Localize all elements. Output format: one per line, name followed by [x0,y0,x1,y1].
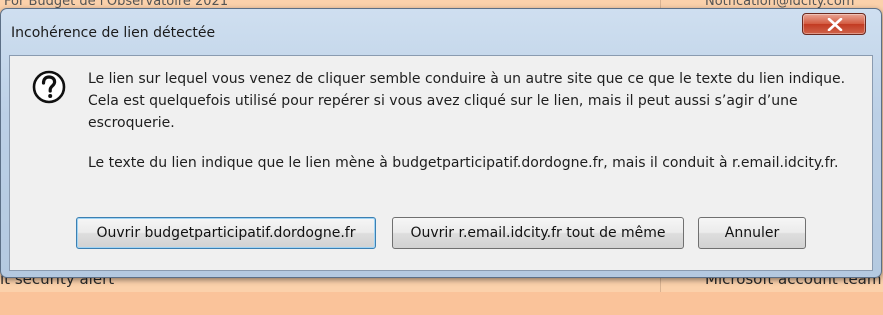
dialog-titlebar[interactable]: Incohérence de lien détectée [1,9,881,49]
dialog-title: Incohérence de lien détectée [11,25,216,41]
background-bottom-strip [0,292,883,315]
message-paragraph-2: Le texte du lien indique que le lien mèn… [88,155,839,171]
close-button[interactable] [802,13,866,35]
open-displayed-link-button[interactable]: Ouvrir budgetparticipatif.dordogne.fr [76,217,376,249]
open-actual-link-button[interactable]: Ouvrir r.email.idcity.fr tout de même [392,217,684,249]
dialog-content: Le lien sur lequel vous venez de cliquer… [9,55,873,271]
close-x-icon [827,18,843,31]
cancel-button[interactable]: Annuler [698,217,806,249]
message-paragraph-1: Le lien sur lequel vous venez de cliquer… [88,71,846,131]
link-mismatch-dialog: Incohérence de lien détectée Le lien sur… [0,8,882,278]
question-mark-icon [32,70,66,104]
dialog-message: Le lien sur lequel vous venez de cliquer… [88,68,858,174]
